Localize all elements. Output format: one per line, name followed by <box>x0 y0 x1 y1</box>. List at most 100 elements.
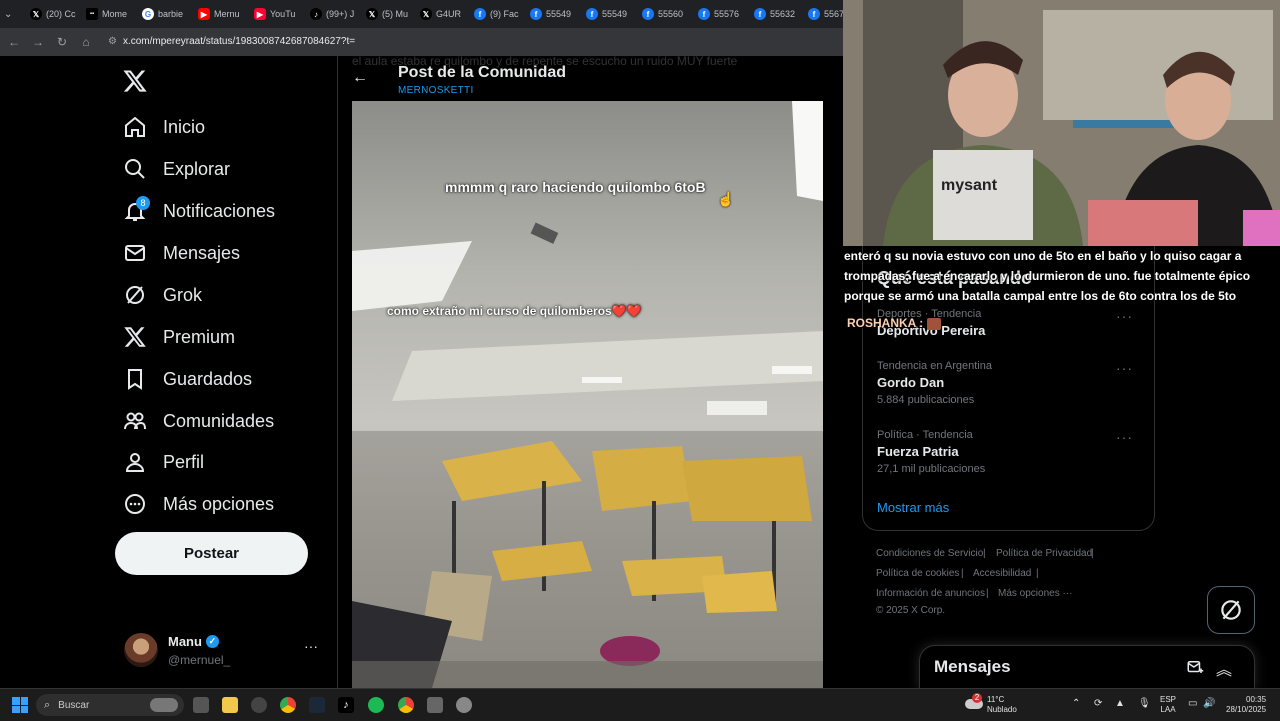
sync-icon[interactable]: ⟳ <box>1094 699 1102 709</box>
sidebar-item-comunidades[interactable]: Comunidades <box>123 401 274 441</box>
grok-button[interactable] <box>1207 586 1255 634</box>
copyright: © 2025 X Corp. <box>876 605 946 616</box>
trend-item[interactable]: Tendencia en Argentina Gordo Dan 5.884 p… <box>877 360 1147 406</box>
url-input[interactable]: ⚙ x.com/mpereyraat/status/19830087426870… <box>108 33 828 51</box>
browser-tab[interactable]: ▪▪ Mome <box>86 4 134 24</box>
profile-name: Manu <box>168 634 202 649</box>
chevron-up-icon[interactable]: ⌃ <box>1072 699 1080 709</box>
facebook-icon: f <box>530 8 542 20</box>
post-header: el aula estaba re quilombo y de repente … <box>338 54 843 101</box>
more-icon[interactable]: ··· <box>1116 360 1133 376</box>
page-title: Post de la Comunidad <box>398 64 567 81</box>
clock[interactable]: 00:35 28/10/2025 <box>1226 695 1266 715</box>
sidebar-item-inicio[interactable]: Inicio <box>123 107 205 147</box>
sidebar-item-mas-opciones[interactable]: Más opciones <box>123 484 274 524</box>
post-button[interactable]: Postear <box>115 532 308 575</box>
x-logo[interactable] <box>122 68 148 102</box>
mail-icon <box>125 245 145 261</box>
facebook-icon: f <box>474 8 486 20</box>
browser-tab[interactable]: f 55632 <box>754 4 802 24</box>
community-name[interactable]: MERNOSKETTI <box>398 85 474 96</box>
video-caption: como extraño mi curso de quilomberos❤️❤️ <box>387 304 642 318</box>
search-icon <box>125 159 145 179</box>
new-message-icon[interactable] <box>1186 658 1204 676</box>
footer-link[interactable]: Accesibilidad <box>973 568 1031 579</box>
footer-link[interactable]: Política de cookies <box>876 568 959 579</box>
post-video[interactable]: mmmm q raro haciendo quilombo 6toB como … <box>352 101 823 688</box>
facebook-icon: f <box>586 8 598 20</box>
browser-tab[interactable]: f 5567 <box>808 4 843 24</box>
browser-tab[interactable]: ▶ Mernu <box>198 4 246 24</box>
app-icon[interactable] <box>427 697 443 713</box>
browser-tab[interactable]: ▶ YouTu <box>254 4 302 24</box>
sidebar-item-perfil[interactable]: Perfil <box>123 442 204 482</box>
people-icon <box>124 412 146 430</box>
app-icon[interactable] <box>251 697 267 713</box>
person-icon <box>125 453 145 472</box>
stream-chat-message: enteró q su novia estuvo con uno de 5to … <box>844 249 1251 303</box>
task-view-icon[interactable] <box>193 697 209 713</box>
tiktok-icon[interactable]: ♪ <box>338 697 354 713</box>
expand-up-icon[interactable]: ︽ <box>1216 656 1234 679</box>
spotify-icon[interactable] <box>368 697 384 713</box>
site-info-icon[interactable]: ⚙ <box>108 33 117 51</box>
more-circle-icon <box>125 494 145 514</box>
video-caption: mmmm q raro haciendo quilombo 6toB <box>445 179 706 195</box>
browser-tab[interactable]: 𝕏 (20) Cc <box>30 4 78 24</box>
more-icon[interactable]: ··· <box>1116 429 1133 445</box>
back-arrow-icon[interactable]: ← <box>352 69 368 87</box>
webcam-scene: mysant <box>843 0 1280 246</box>
microphone-icon[interactable]: 🎙 <box>1138 699 1151 709</box>
bookmark-icon <box>128 369 142 390</box>
tab-list-button[interactable]: ⌄ <box>4 4 22 24</box>
footer-link[interactable]: Más opciones ··· <box>998 588 1072 599</box>
footer-link[interactable]: Política de Privacidad <box>996 548 1092 559</box>
browser-tab[interactable]: f 55549 <box>586 4 634 24</box>
browser-tab[interactable]: f 55576 <box>698 4 746 24</box>
footer-link[interactable]: Información de anuncios <box>876 588 985 599</box>
volume-icon[interactable]: 🔊 <box>1203 699 1215 709</box>
file-explorer-icon[interactable] <box>222 697 238 713</box>
weather-widget[interactable]: 11°C Nublado <box>987 695 1017 715</box>
grok-icon <box>1221 600 1241 620</box>
chrome-icon[interactable] <box>398 697 414 713</box>
browser-tab[interactable]: f (9) Fac <box>474 4 522 24</box>
sidebar-item-guardados[interactable]: Guardados <box>123 359 252 399</box>
back-icon[interactable]: ← <box>6 34 22 50</box>
weather-icon[interactable]: 2 <box>965 693 983 713</box>
chrome-icon[interactable] <box>280 697 296 713</box>
facebook-icon: f <box>754 8 766 20</box>
browser-tab[interactable]: f 55549 <box>530 4 578 24</box>
browser-tab[interactable]: G barbie <box>142 4 190 24</box>
language-indicator[interactable]: ESP LAA <box>1160 695 1176 715</box>
messages-drawer[interactable]: Mensajes ︽ <box>919 645 1255 689</box>
sidebar-item-explorar[interactable]: Explorar <box>123 149 230 189</box>
windows-start-icon[interactable] <box>12 697 28 713</box>
browser-tab[interactable]: 𝕏 (5) Mu <box>366 4 414 24</box>
more-icon[interactable]: ··· <box>304 638 318 654</box>
forward-icon[interactable]: → <box>30 34 46 50</box>
sidebar-item-premium[interactable]: Premium <box>123 317 235 357</box>
youtube-icon: ▶ <box>254 8 266 20</box>
mouse-cursor-icon: ☝ <box>717 191 735 207</box>
network-app-icon[interactable]: ▲ <box>1115 699 1125 709</box>
settings-icon[interactable] <box>456 697 472 713</box>
taskbar-search[interactable]: ⌕ Buscar <box>36 694 184 716</box>
browser-tab[interactable]: f 55560 <box>642 4 690 24</box>
facebook-icon: f <box>698 8 710 20</box>
browser-tab[interactable]: ♪ (99+) J <box>310 4 358 24</box>
sidebar-item-grok[interactable]: Grok <box>123 275 202 315</box>
footer-link[interactable]: Condiciones de Servicio <box>876 548 983 559</box>
sidebar-item-mensajes[interactable]: Mensajes <box>123 233 240 273</box>
display-icon[interactable]: ▭ <box>1188 699 1197 709</box>
browser-tab[interactable]: 𝕏 G4UR <box>420 4 468 24</box>
trend-item[interactable]: Política · Tendencia Fuerza Patria 27,1 … <box>877 429 1147 475</box>
youtube-icon: ▶ <box>198 8 210 20</box>
home-icon[interactable]: ⌂ <box>78 34 94 50</box>
account-switcher[interactable]: Manu ✓ @mernuel_ ··· <box>124 630 324 670</box>
verified-icon: ✓ <box>205 635 219 648</box>
google-icon: G <box>142 8 154 20</box>
show-more-link[interactable]: Mostrar más <box>877 500 949 515</box>
steam-icon[interactable] <box>309 697 325 713</box>
reload-icon[interactable]: ↻ <box>54 34 70 50</box>
